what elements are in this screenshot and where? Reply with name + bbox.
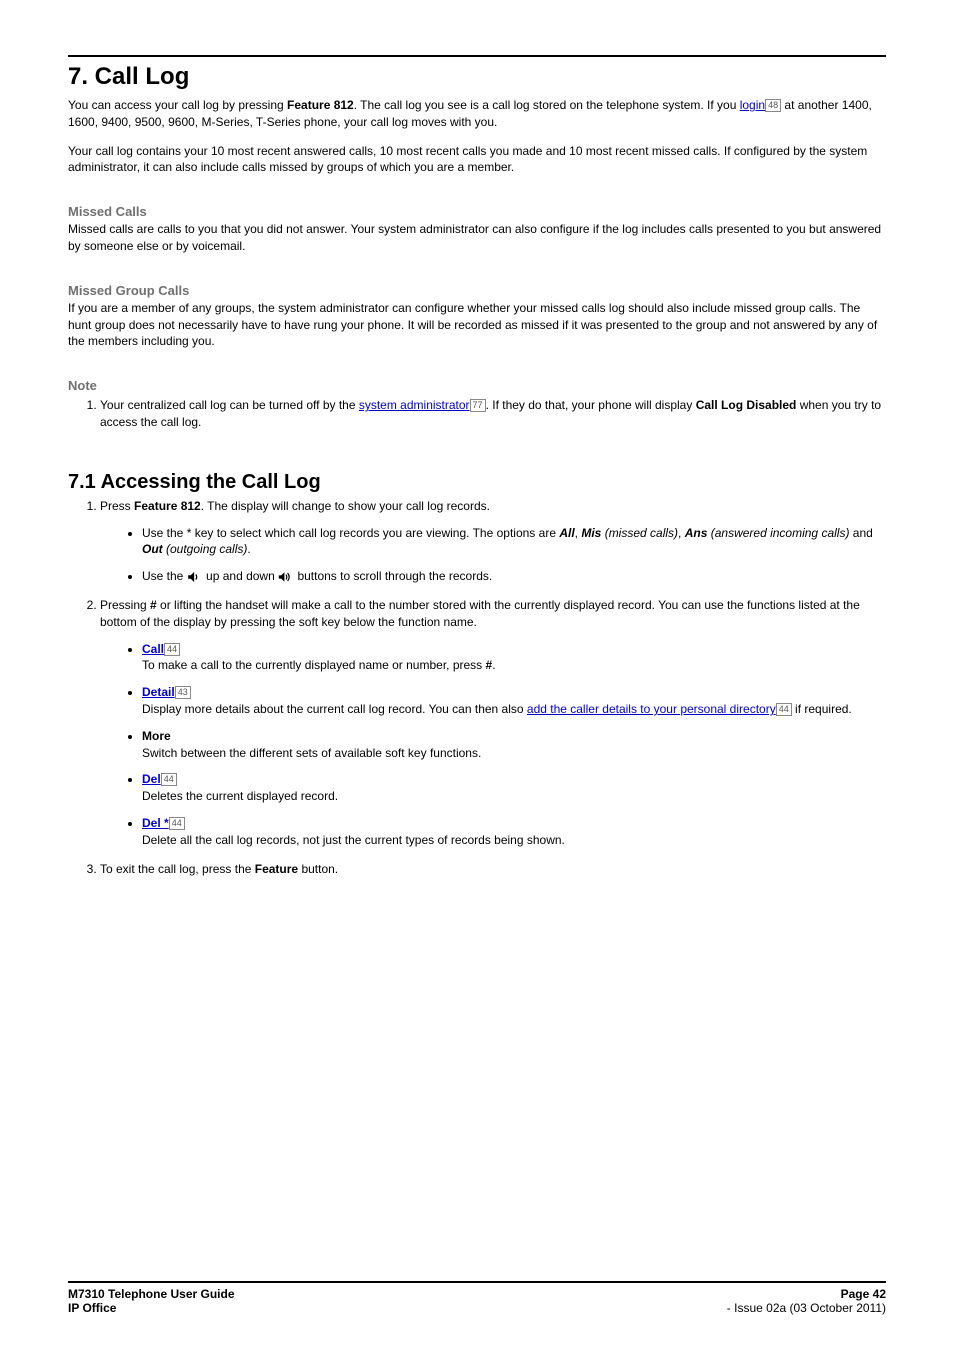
intro-paragraph-2: Your call log contains your 10 most rece… [68,143,886,177]
text: buttons to scroll through the records. [294,569,492,583]
missed-calls-body: Missed calls are calls to you that you d… [68,221,886,255]
opt-mis-desc: (missed calls) [601,526,678,540]
step-2: Pressing # or lifting the handset will m… [100,597,886,849]
del-star-ref[interactable]: 44 [169,817,185,830]
login-link[interactable]: login [740,98,765,112]
note-list: Your centralized call log can be turned … [68,397,886,431]
function-call: Call44 To make a call to the currently d… [142,641,886,675]
text: Pressing [100,598,150,612]
del-star-link[interactable]: Del * [142,816,169,830]
text: . The display will change to show your c… [201,499,490,513]
function-more: More Switch between the different sets o… [142,728,886,762]
text: Press [100,499,134,513]
footer-page-number: Page 42 [841,1287,886,1301]
feature-812: Feature 812 [287,98,354,112]
add-directory-link[interactable]: add the caller details to your personal … [527,702,776,716]
opt-ans: Ans [685,526,708,540]
call-link[interactable]: Call [142,642,164,656]
text: . The call log you see is a call log sto… [354,98,740,112]
text: button. [298,862,338,876]
footer-issue-date: - Issue 02a (03 October 2011) [727,1301,886,1315]
missed-group-body: If you are a member of any groups, the s… [68,300,886,350]
text: up and down [203,569,278,583]
step-3: To exit the call log, press the Feature … [100,861,886,878]
text: . If they do that, your phone will displ… [486,398,696,412]
more-label: More [142,729,171,743]
call-log-disabled: Call Log Disabled [696,398,797,412]
call-ref[interactable]: 44 [164,643,180,656]
text: Switch between the different sets of ava… [142,746,481,760]
text: Your centralized call log can be turned … [100,398,359,412]
login-page-ref[interactable]: 48 [765,99,781,112]
volume-down-icon [187,571,203,583]
steps-list: Press Feature 812. The display will chan… [68,498,886,878]
detail-ref[interactable]: 43 [175,686,191,699]
add-directory-ref[interactable]: 44 [776,703,792,716]
step1-bullets: Use the * key to select which call log r… [100,525,886,585]
text: Use the [142,569,187,583]
del-ref[interactable]: 44 [161,773,177,786]
text: , [678,526,685,540]
text: Use the * key to select which call log r… [142,526,559,540]
feature-button: Feature [255,862,298,876]
missed-calls-title: Missed Calls [68,204,886,219]
text: . [247,542,250,556]
text: Deletes the current displayed record. [142,789,338,803]
heading-call-log: 7. Call Log [68,63,886,91]
intro-paragraph-1: You can access your call log by pressing… [68,97,886,131]
step2-functions: Call44 To make a call to the currently d… [100,641,886,849]
text: Delete all the call log records, not jus… [142,833,565,847]
note-title: Note [68,378,886,393]
text: Display more details about the current c… [142,702,527,716]
footer-guide-title: M7310 Telephone User Guide [68,1287,235,1301]
step1-bullet-scroll: Use the up and down buttons to scroll th… [142,568,886,585]
note-item-1: Your centralized call log can be turned … [100,397,886,431]
system-admin-link[interactable]: system administrator [359,398,470,412]
volume-up-icon [278,571,294,583]
text: . [492,658,495,672]
text: To exit the call log, press the [100,862,255,876]
detail-link[interactable]: Detail [142,685,175,699]
text: or lifting the handset will make a call … [100,598,860,629]
opt-out-desc: (outgoing calls) [163,542,248,556]
opt-ans-desc: (answered incoming calls) [707,526,849,540]
feature-812: Feature 812 [134,499,201,513]
opt-mis: Mis [581,526,601,540]
function-del: Del44 Deletes the current displayed reco… [142,771,886,805]
text: You can access your call log by pressing [68,98,287,112]
text: To make a call to the currently displaye… [142,658,486,672]
step1-bullet-options: Use the * key to select which call log r… [142,525,886,559]
del-link[interactable]: Del [142,772,161,786]
page-content: 7. Call Log You can access your call log… [0,0,954,877]
opt-out: Out [142,542,163,556]
hash-key: # [150,598,157,612]
system-admin-ref[interactable]: 77 [470,399,486,412]
top-rule [68,55,886,57]
footer-product: IP Office [68,1301,116,1315]
text: if required. [792,702,852,716]
function-del-star: Del *44 Delete all the call log records,… [142,815,886,849]
missed-group-title: Missed Group Calls [68,283,886,298]
text: and [849,526,872,540]
step-1: Press Feature 812. The display will chan… [100,498,886,585]
function-detail: Detail43 Display more details about the … [142,684,886,718]
heading-accessing: 7.1 Accessing the Call Log [68,471,886,494]
opt-all: All [559,526,574,540]
page-footer: M7310 Telephone User Guide Page 42 IP Of… [68,1281,886,1315]
